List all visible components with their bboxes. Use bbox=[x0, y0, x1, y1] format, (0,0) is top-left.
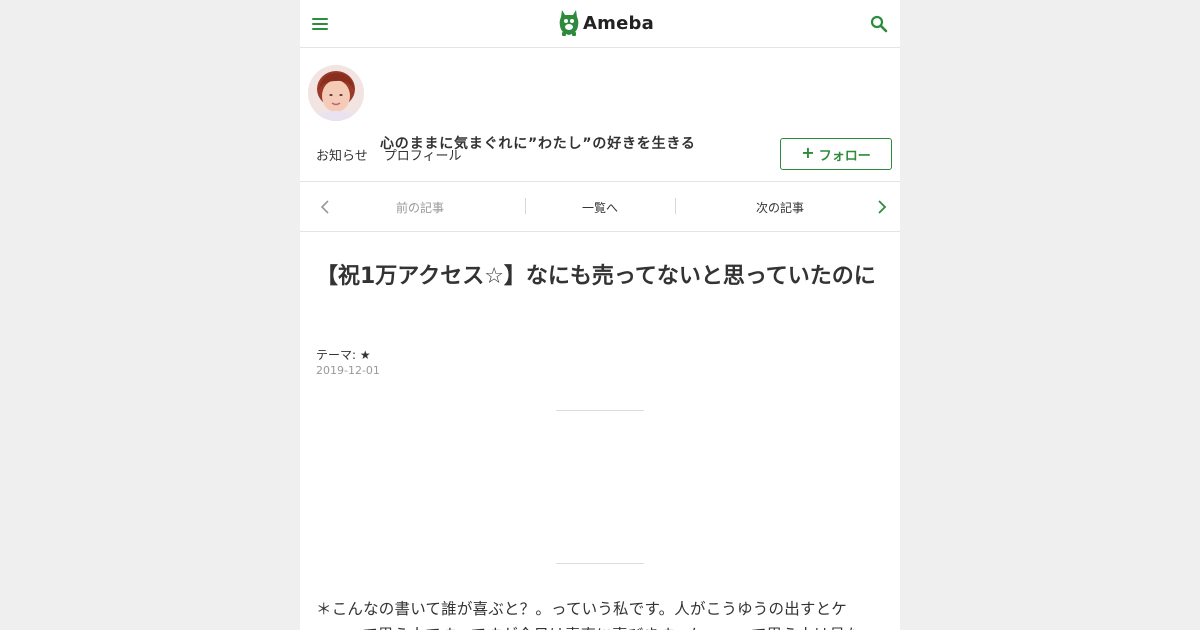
chevron-right-icon[interactable] bbox=[877, 200, 887, 214]
top-bar: Ameba bbox=[300, 0, 900, 48]
blog-page: Ameba 心のままに気まぐれに”わたし”の好きを生きる お知らせ プロフィール bbox=[300, 0, 900, 630]
body-line: ＊こんなの書いて誰が喜ぶと？。っていう私です。人がこうゆうの出すとケ bbox=[316, 600, 848, 618]
nav-profile[interactable]: プロフィール bbox=[384, 145, 462, 164]
article-body: ＊こんなの書いて誰が喜ぶと？。っていう私です。人がこうゆうの出すとケ ッ…って思… bbox=[316, 596, 886, 630]
blog-nav: お知らせ プロフィール bbox=[316, 145, 462, 164]
article-title: 【祝1万アクセス☆】なにも売ってないと思っていたのに bbox=[316, 264, 876, 289]
next-article-link[interactable]: 次の記事 bbox=[720, 182, 840, 232]
article-date: 2019-12-01 bbox=[316, 364, 380, 377]
avatar-image bbox=[308, 65, 364, 121]
pager-divider bbox=[675, 198, 676, 214]
nav-notice[interactable]: お知らせ bbox=[316, 145, 368, 164]
follow-label: フォロー bbox=[818, 148, 871, 164]
pager-divider bbox=[525, 198, 526, 214]
menu-icon[interactable] bbox=[312, 14, 328, 34]
chevron-left-icon[interactable] bbox=[320, 200, 330, 214]
ad-divider-bottom bbox=[556, 563, 644, 564]
plus-icon: + bbox=[801, 143, 815, 162]
prev-article-link[interactable]: 前の記事 bbox=[360, 182, 480, 232]
ameba-mascot-icon bbox=[559, 10, 579, 36]
avatar[interactable] bbox=[308, 65, 364, 121]
ameba-logo[interactable]: Ameba bbox=[558, 9, 654, 37]
body-line: ッ…って思う人です。ですが今日は素直に喜びます。ケッ…って思う人は見な bbox=[316, 622, 886, 630]
search-icon[interactable] bbox=[870, 15, 888, 33]
article-pager: 前の記事 一覧へ 次の記事 bbox=[300, 182, 900, 232]
follow-button[interactable]: + フォロー bbox=[780, 138, 892, 170]
ad-divider-top bbox=[556, 410, 644, 411]
logo-text: Ameba bbox=[583, 12, 654, 34]
article-theme[interactable]: テーマ: ★ bbox=[316, 346, 371, 363]
article-list-link[interactable]: 一覧へ bbox=[540, 182, 660, 232]
